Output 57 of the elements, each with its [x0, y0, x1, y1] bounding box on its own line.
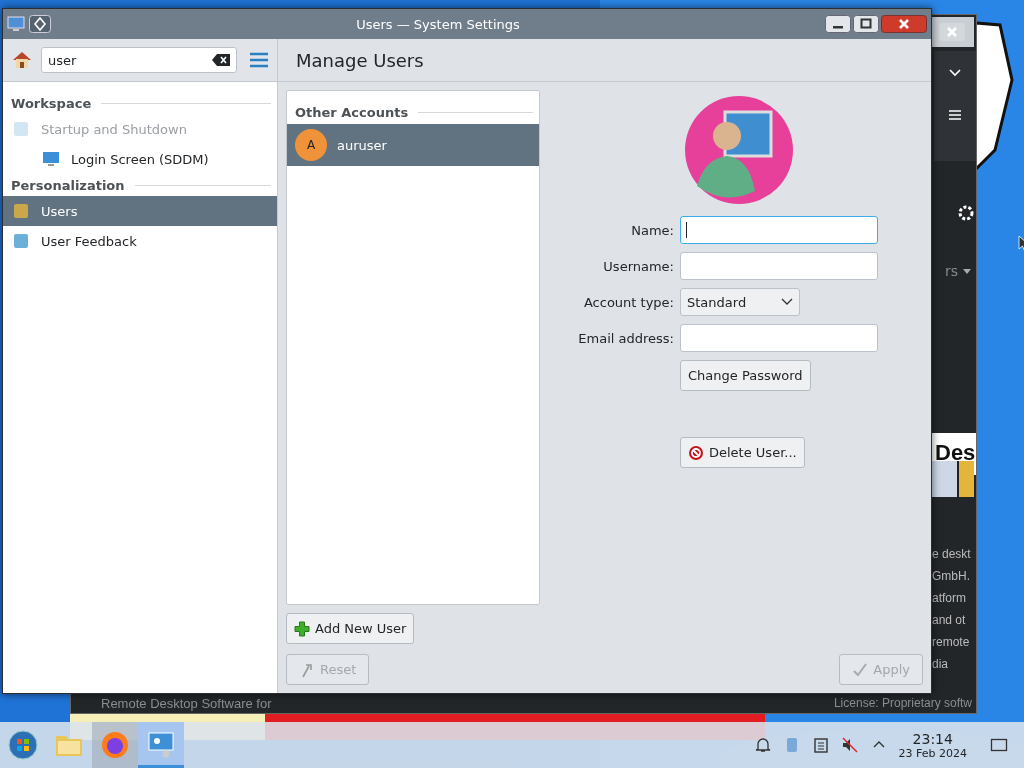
close-icon[interactable]: [881, 15, 927, 33]
field-label: Email address:: [577, 330, 674, 346]
clear-icon[interactable]: [212, 54, 230, 66]
search-field[interactable]: user: [41, 47, 237, 73]
sidebar-item[interactable]: User Feedback: [3, 226, 277, 256]
body-text: GmbH.: [932, 568, 971, 585]
menu-label[interactable]: rs: [944, 263, 958, 279]
license-text: License: Proprietary softw: [833, 696, 972, 710]
caret-icon[interactable]: [962, 266, 972, 276]
field-label: Username:: [602, 258, 674, 274]
body-text: atform: [932, 590, 967, 607]
prohibited-icon: [688, 444, 704, 461]
body-text: dia: [932, 656, 949, 673]
body-text: Remote Desktop Software for: [101, 696, 272, 711]
clock[interactable]: 23:14 23 Feb 2024: [898, 730, 967, 760]
checkmark-icon: [852, 661, 869, 678]
start-icon: [8, 730, 38, 760]
taskbar-button[interactable]: [92, 722, 138, 768]
minimize-icon[interactable]: [825, 15, 851, 33]
monitor-icon: [41, 149, 61, 169]
taskbar-button[interactable]: [138, 722, 184, 768]
body-text: e deskt: [932, 546, 972, 563]
monitor-icon[interactable]: [7, 15, 25, 33]
show-desktop-icon[interactable]: [990, 736, 1008, 754]
change-password-button[interactable]: Change Password: [680, 360, 811, 391]
chevron-down-icon: [781, 298, 793, 306]
section-heading: Workspace: [11, 95, 92, 111]
text-field[interactable]: [680, 324, 878, 352]
body-text: remote: [932, 634, 971, 651]
account-type-dropdown[interactable]: Standard: [680, 288, 800, 316]
page-title: Manage Users: [296, 49, 424, 71]
plus-icon: [294, 620, 310, 637]
menu-icon[interactable]: [947, 107, 963, 123]
avatar-initial: A: [295, 129, 327, 161]
muted-speaker-icon[interactable]: [840, 736, 859, 754]
text-field[interactable]: [680, 216, 878, 244]
section-heading: Personalization: [11, 177, 125, 193]
thumbnail-strip: [932, 461, 974, 497]
maximize-icon[interactable]: [853, 15, 879, 33]
field-label: Name:: [630, 222, 674, 238]
body-text: and ot: [932, 612, 967, 629]
browser-icon: [100, 730, 130, 760]
bell-icon[interactable]: [753, 736, 772, 754]
text-field[interactable]: [680, 252, 878, 280]
delete-user-button[interactable]: Delete User...: [680, 437, 805, 468]
clipboard-icon[interactable]: [811, 736, 830, 754]
section-heading: Other Accounts: [295, 104, 409, 120]
window-title: Users — System Settings: [355, 16, 521, 32]
avatar-icon[interactable]: [685, 96, 793, 204]
arrow-icon: [299, 661, 315, 678]
house-icon[interactable]: [11, 49, 33, 71]
page-heading: Des: [935, 439, 976, 467]
sidebar-item[interactable]: Users: [3, 196, 277, 226]
add-new-user-button[interactable]: Add New User: [286, 613, 415, 644]
pin-icon[interactable]: [29, 15, 51, 33]
account-item[interactable]: A auruser: [287, 124, 539, 166]
field-label: Account type:: [582, 294, 674, 310]
